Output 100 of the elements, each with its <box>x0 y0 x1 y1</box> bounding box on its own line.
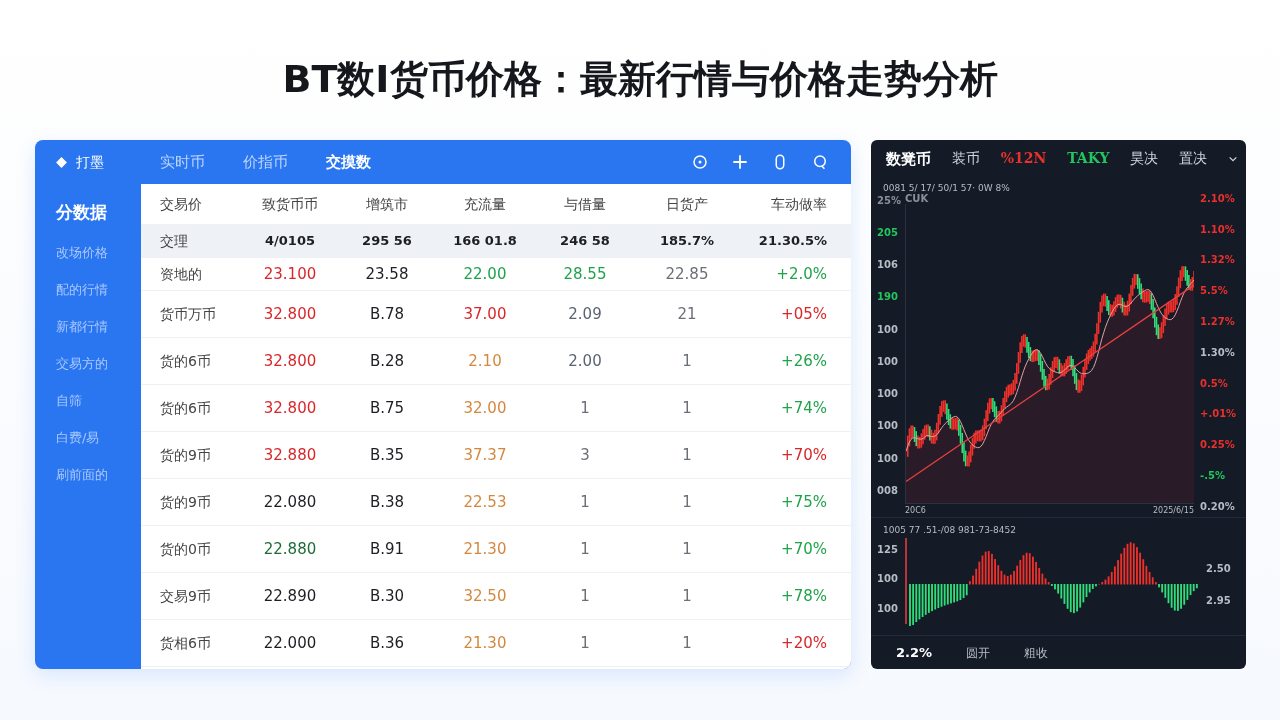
table-row[interactable]: 货的9币 32.880 B.35 37.37 3 1 +70% <box>141 432 851 479</box>
table-row[interactable]: 货的6币 32.800 B.28 2.10 2.00 1 +26% <box>141 338 851 385</box>
axis-label: 1.10% <box>1200 224 1236 235</box>
table-cell: 22.85 <box>665 264 709 283</box>
table-cell: 1 <box>682 398 692 417</box>
table-row[interactable]: 货的9币 22.080 B.38 22.53 1 1 +75% <box>141 479 851 526</box>
axis-label: 106 <box>877 260 899 271</box>
table-cell: 2.10 <box>468 351 502 370</box>
table-cell: 22.000 <box>263 633 317 652</box>
table-cell: 21.30.5% <box>758 233 827 249</box>
axis-label: 125 <box>877 545 899 556</box>
axis-label: 100 <box>877 421 899 432</box>
column-header: 致货币币 <box>261 194 319 214</box>
table-row[interactable]: 交理 4/0105 295 56 166 01.8 246 58 185.7% 21.30.5% <box>141 225 851 258</box>
logo-text: 打墨 <box>76 152 104 172</box>
chart-subtitle: 1005 77 .51-/08 981-73-8452 <box>882 523 1017 536</box>
footer-tab[interactable]: 2.2% <box>896 642 933 663</box>
table-cell: 23.58 <box>365 264 409 283</box>
axis-label: 0.20% <box>1200 501 1236 512</box>
table-cell: 185.7% <box>659 233 715 249</box>
table-cell: +75% <box>781 492 827 511</box>
axis-label: 2.50 <box>1206 564 1232 575</box>
axis-label: 100 <box>877 389 899 400</box>
table-cell: 3 <box>580 445 590 464</box>
axis-label: 0.5% <box>1200 378 1229 389</box>
table-row[interactable]: 货的6币 32.800 B.75 32.00 1 1 +74% <box>141 385 851 432</box>
table-cell: 货的0币 <box>160 540 211 557</box>
table-cell: B.38 <box>369 492 405 511</box>
axis-label: -.5% <box>1200 470 1226 481</box>
table-cell: 22.00 <box>463 264 507 283</box>
table-cell: 资地的 <box>160 265 202 282</box>
axis-label: 100 <box>877 356 899 367</box>
target-icon[interactable] <box>691 153 709 171</box>
table-row[interactable]: 货相6币 22.000 B.36 21.30 1 1 +20% <box>141 620 851 667</box>
table-cell: 货的6币 <box>160 352 211 369</box>
footer-tab[interactable]: 粗收 <box>1024 643 1049 662</box>
table-cell: 1 <box>682 633 692 652</box>
axis-label: 100 <box>877 603 899 614</box>
table-cell: 1 <box>580 492 590 511</box>
chart-subtitle: 0081 5/ 17/ 50/1 57· 0W 8% <box>882 181 1011 194</box>
table-row[interactable]: 货的0币 22.880 B.91 21.30 1 1 +70% <box>141 526 851 573</box>
axis-label: 008 <box>877 485 899 496</box>
axis-label: 2.95 <box>1206 596 1232 607</box>
chat-icon[interactable] <box>811 153 829 171</box>
table-cell: 246 58 <box>560 233 610 249</box>
axis-label: 1.32% <box>1200 255 1236 266</box>
table-cell: 23.100 <box>263 264 317 283</box>
table-cell: +2.0% <box>776 264 827 283</box>
plus-icon[interactable] <box>731 153 749 171</box>
axis-label: 2025/6/15 <box>1152 504 1194 517</box>
axis-label: 100 <box>877 324 899 335</box>
table-cell: +26% <box>781 351 827 370</box>
nav-tab[interactable]: 交摸数 <box>307 150 390 174</box>
table-cell: 1 <box>682 351 692 370</box>
table-cell: 32.800 <box>263 398 317 417</box>
table-cell: +20% <box>781 633 827 652</box>
table-cell: 21 <box>677 304 697 323</box>
table-cell: 22.890 <box>263 586 317 605</box>
table-cell: 22.880 <box>263 539 317 558</box>
table-cell: +70% <box>781 445 827 464</box>
table-cell: 货币万币 <box>160 305 216 322</box>
table-cell: B.78 <box>369 304 405 323</box>
chart-tab[interactable]: 昊决 <box>1130 148 1159 170</box>
table-cell: 货的6币 <box>160 399 211 416</box>
table-cell: 32.800 <box>263 304 317 323</box>
table-cell: B.28 <box>369 351 405 370</box>
table-cell: 1 <box>580 586 590 605</box>
chart-tab[interactable]: TAKY <box>1067 148 1110 170</box>
table-cell: 1 <box>682 492 692 511</box>
footer-tab[interactable]: 圆开 <box>966 643 991 662</box>
table-row[interactable]: 货币万币 32.800 B.78 37.00 2.09 21 +05% <box>141 291 851 338</box>
chart-tab[interactable]: 置决 <box>1179 148 1208 170</box>
axis-label: 100 <box>877 574 899 585</box>
axis-label: 100 <box>877 453 899 464</box>
table-cell: 货相6币 <box>160 634 211 651</box>
column-header: 交易价 <box>159 194 203 214</box>
table-cell: 22.080 <box>263 492 317 511</box>
sidebar-item[interactable]: 分数据 <box>35 192 141 234</box>
table-cell: 2.09 <box>568 304 602 323</box>
table-cell: 21.30 <box>463 539 507 558</box>
table-cell: +74% <box>781 398 827 417</box>
table-cell: 37.37 <box>463 445 507 464</box>
diamond-icon <box>55 155 68 169</box>
table-row[interactable]: 交易9币 22.890 B.30 32.50 1 1 +78% <box>141 573 851 620</box>
table-cell: 交理 <box>160 232 188 249</box>
chart-tab[interactable]: %12N <box>1000 148 1047 170</box>
table-cell: 32.50 <box>463 586 507 605</box>
table-cell: B.35 <box>369 445 405 464</box>
chart-tab[interactable]: 数凳币 <box>886 147 931 171</box>
table-cell: 32.880 <box>263 445 317 464</box>
column-header: 与借量 <box>563 194 607 214</box>
page-title: BT数I货币价格：最新行情与价格走势分析 <box>281 56 999 103</box>
table-cell: 1 <box>682 539 692 558</box>
table-cell: B.36 <box>369 633 405 652</box>
table-row[interactable]: 资地的 23.100 23.58 22.00 28.55 22.85 +2.0% <box>141 258 851 291</box>
table-cell: 295 56 <box>362 233 412 249</box>
axis-label: 190 <box>877 292 899 303</box>
table-cell: +78% <box>781 586 827 605</box>
chart-tab[interactable]: 装币 <box>951 148 980 170</box>
axis-label: 20C6 <box>905 504 926 517</box>
